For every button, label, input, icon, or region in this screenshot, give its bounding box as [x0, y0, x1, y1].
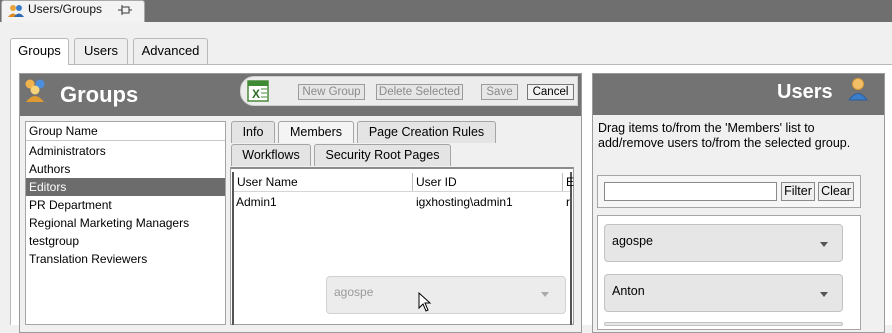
- groups-title: Groups: [60, 82, 139, 107]
- column-header-user-name[interactable]: User Name: [234, 173, 413, 191]
- column-header-user-id[interactable]: User ID: [413, 173, 563, 191]
- member-user-name[interactable]: Admin1: [236, 193, 277, 211]
- tab-members[interactable]: Members: [278, 121, 354, 143]
- users-title: Users: [777, 81, 833, 103]
- groups-icon: [25, 79, 45, 102]
- filter-input[interactable]: [604, 182, 777, 201]
- group-list-header[interactable]: Group Name: [26, 122, 225, 141]
- list-item[interactable]: PR Department: [26, 196, 225, 214]
- list-item[interactable]: Regional Marketing Managers: [26, 214, 225, 232]
- users-description: Drag items to/from the 'Members' list to…: [598, 121, 851, 150]
- user-item-label: agospe: [612, 234, 654, 248]
- member-extra[interactable]: r: [566, 193, 570, 211]
- users-groups-icon: [8, 5, 24, 17]
- tab-info[interactable]: Info: [231, 121, 275, 143]
- user-item[interactable]: agospe: [604, 224, 843, 262]
- column-header-extra[interactable]: E: [563, 173, 574, 191]
- window-title: Users/Groups: [28, 2, 103, 16]
- user-icon: [848, 78, 868, 101]
- list-item[interactable]: testgroup: [26, 232, 225, 250]
- user-item[interactable]: Anton: [604, 274, 843, 312]
- tab-workflows[interactable]: Workflows: [231, 144, 311, 166]
- excel-export-icon[interactable]: X: [247, 80, 269, 102]
- cancel-button[interactable]: Cancel: [527, 84, 574, 100]
- user-item-partial[interactable]: [604, 322, 843, 326]
- user-item-label: Anton: [612, 284, 645, 298]
- tab-security-root-pages[interactable]: Security Root Pages: [314, 144, 451, 166]
- chevron-down-icon[interactable]: [819, 242, 829, 248]
- clear-button[interactable]: Clear: [818, 182, 854, 201]
- grid-divider: [234, 191, 570, 192]
- member-user-id[interactable]: igxhosting\admin1: [416, 193, 513, 211]
- list-item[interactable]: Translation Reviewers: [26, 250, 225, 268]
- list-item-selected[interactable]: Editors: [26, 178, 225, 196]
- new-group-button[interactable]: New Group: [298, 84, 365, 100]
- tab-advanced[interactable]: Advanced: [133, 38, 208, 64]
- list-item[interactable]: Authors: [26, 160, 225, 178]
- pin-icon[interactable]: [118, 4, 132, 16]
- drag-ghost-label: agospe: [334, 285, 374, 299]
- filter-button[interactable]: Filter: [781, 182, 815, 201]
- delete-selected-button[interactable]: Delete Selected: [376, 84, 463, 100]
- mouse-cursor-icon: [418, 292, 432, 312]
- svg-text:X: X: [252, 87, 260, 101]
- users-header: [593, 74, 884, 115]
- chevron-down-icon[interactable]: [819, 292, 829, 298]
- tab-page-creation-rules[interactable]: Page Creation Rules: [357, 121, 496, 143]
- tab-users[interactable]: Users: [74, 38, 128, 64]
- save-button[interactable]: Save: [481, 84, 518, 100]
- tab-groups[interactable]: Groups: [10, 38, 69, 65]
- chevron-down-icon: [541, 292, 549, 297]
- list-item[interactable]: Administrators: [26, 142, 225, 160]
